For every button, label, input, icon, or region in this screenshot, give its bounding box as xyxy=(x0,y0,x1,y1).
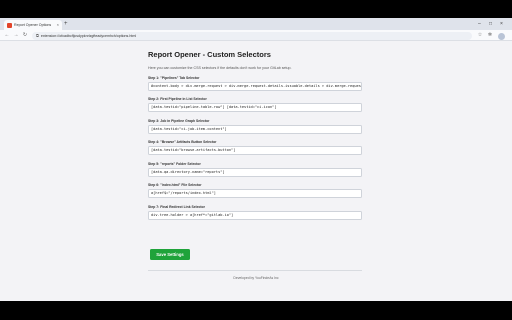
field-label-step-1: Step 1: "Pipelines" Tab Selector xyxy=(148,76,200,80)
options-page: Report Opener - Custom Selectors Here yo… xyxy=(0,41,512,301)
selector-input-step-1[interactable]: #content-body > div.merge-request > div.… xyxy=(148,82,362,91)
selector-input-step-6[interactable]: a[href$="/reports/index.html"] xyxy=(148,189,362,198)
browser-toolbar: ← → ↻ ⧉ extension://ofcadbcfljcsdypknrlz… xyxy=(0,30,512,41)
bookmark-star-icon[interactable]: ☆ xyxy=(476,31,484,40)
field-label-step-3: Step 3: Job in Pipeline Graph Selector xyxy=(148,119,210,123)
browser-window: Report Opener Options × + – □ × ← → ↻ ⧉ … xyxy=(0,18,512,301)
new-tab-button[interactable]: + xyxy=(64,20,68,28)
maximize-icon[interactable]: □ xyxy=(489,19,492,29)
extensions-puzzle-icon[interactable]: ✲ xyxy=(486,31,494,40)
back-icon[interactable]: ← xyxy=(3,31,11,40)
selector-input-step-7[interactable]: div.tree-holder > a[href*="gitlab.io"] xyxy=(148,211,362,220)
forward-icon[interactable]: → xyxy=(12,31,20,40)
address-bar[interactable]: ⧉ extension://ofcadbcfljcsdypknrlzgftead… xyxy=(32,31,472,40)
field-label-step-4: Step 4: "Browse" Artifacts Button Select… xyxy=(148,140,217,144)
profile-avatar[interactable] xyxy=(498,33,505,40)
field-label-step-7: Step 7: Final Redirect Link Selector xyxy=(148,205,205,209)
tab-strip: Report Opener Options × + – □ × xyxy=(0,18,512,30)
selector-input-step-4[interactable]: [data-testid="browse-artifacts-button"] xyxy=(148,146,362,155)
extension-icon: ⧉ xyxy=(36,33,39,38)
field-label-step-6: Step 6: "index.html" File Selector xyxy=(148,183,202,187)
field-label-step-2: Step 2: First Pipeline in List Selector xyxy=(148,97,207,101)
selector-input-step-5[interactable]: [data-qa-directory-name="reports"] xyxy=(148,168,362,177)
page-title: Report Opener - Custom Selectors xyxy=(148,50,271,59)
selector-input-step-2[interactable]: [data-testid="pipeline-table-row"] [data… xyxy=(148,103,362,112)
close-window-icon[interactable]: × xyxy=(500,19,503,29)
screen: Report Opener Options × + – □ × ← → ↻ ⧉ … xyxy=(0,0,512,320)
save-settings-button[interactable]: Save Settings xyxy=(150,249,190,260)
reload-icon[interactable]: ↻ xyxy=(21,31,29,40)
minimize-icon[interactable]: – xyxy=(478,19,481,29)
field-label-step-5: Step 5: "reports" Folder Selector xyxy=(148,162,201,166)
selector-input-step-3[interactable]: [data-testid="ci-job-item-content"] xyxy=(148,125,362,134)
footer-divider xyxy=(148,270,362,271)
footer-credit: Developed by YouFindeAs Inc xyxy=(233,276,279,280)
tab-title: Report Opener Options xyxy=(14,23,52,27)
gitlab-favicon-icon xyxy=(7,22,12,28)
tab-report-opener-options[interactable]: Report Opener Options × xyxy=(4,20,62,30)
url-text: extension://ofcadbcfljcsdypknrlzgfteadyc… xyxy=(40,33,137,38)
settings-card: Report Opener - Custom Selectors Here yo… xyxy=(146,41,366,301)
intro-text: Here you can customize the CSS selectors… xyxy=(148,66,292,70)
close-tab-icon[interactable]: × xyxy=(57,23,59,27)
